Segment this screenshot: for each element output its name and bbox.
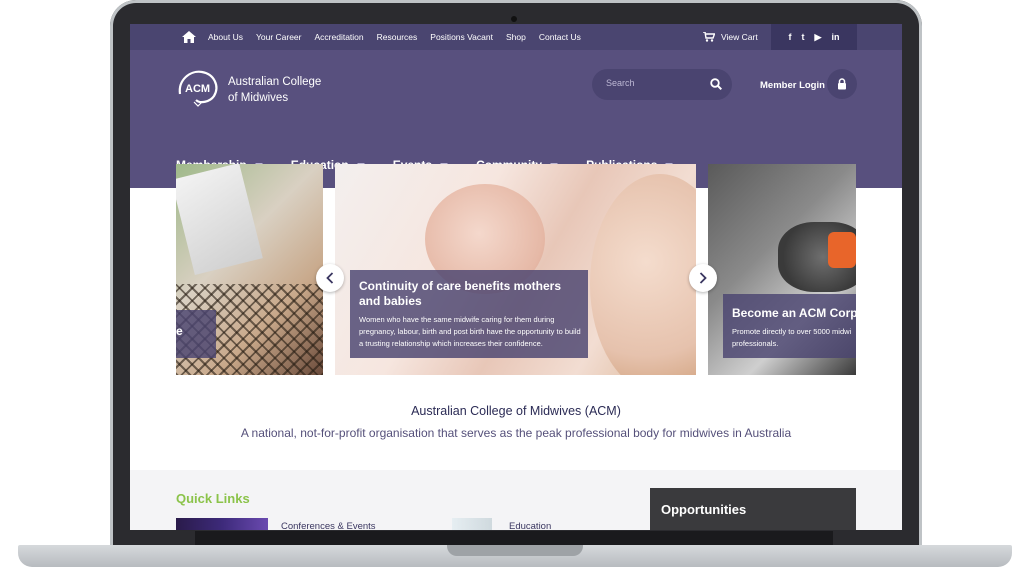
laptop-bezel	[195, 531, 833, 545]
facebook-icon[interactable]: f	[789, 32, 792, 42]
slide-caption-line2: professionals.	[732, 339, 779, 348]
lock-icon	[838, 78, 846, 90]
slide-caption-title: e	[176, 324, 183, 338]
puzzle-piece-image	[828, 232, 856, 268]
member-login-button[interactable]	[827, 69, 857, 99]
view-cart-link[interactable]: View Cart	[703, 24, 758, 50]
mother-image	[590, 174, 696, 375]
slide-caption-title: Become an ACM Corpora	[732, 306, 856, 320]
top-link-resources[interactable]: Resources	[377, 32, 418, 42]
chevron-right-icon	[699, 272, 707, 284]
slide-caption-line1: Promote directly to over 5000 midwi	[732, 327, 852, 336]
carousel-next-button[interactable]	[689, 264, 717, 292]
top-link-about-us[interactable]: About Us	[208, 32, 243, 42]
search-input[interactable]	[604, 77, 708, 89]
site-name-line1: Australian College	[228, 76, 322, 88]
quick-links-title: Quick Links	[176, 491, 250, 506]
quick-link-thumbnail[interactable]	[452, 518, 492, 530]
top-link-accreditation[interactable]: Accreditation	[315, 32, 364, 42]
slide-caption-text: Promote directly to over 5000 midwi prof…	[732, 326, 851, 350]
top-link-contact-us[interactable]: Contact Us	[539, 32, 581, 42]
laptop-notch	[447, 545, 583, 556]
slide-caption-title[interactable]: Continuity of care benefits mothers and …	[359, 279, 581, 309]
intro-title: Australian College of Midwives (ACM)	[411, 404, 621, 418]
social-links: f t ▶ in	[771, 24, 857, 50]
chevron-left-icon	[326, 272, 334, 284]
acm-logo-icon[interactable]: ACM	[176, 68, 220, 108]
top-nav: About Us Your Career Accreditation Resou…	[182, 24, 594, 50]
site-name[interactable]: Australian College of Midwives	[228, 74, 321, 106]
carousel-slide-active[interactable]: Continuity of care benefits mothers and …	[335, 164, 696, 375]
carousel-prev-button[interactable]	[316, 264, 344, 292]
opportunities-title: Opportunities	[661, 502, 747, 517]
book-image	[176, 164, 263, 276]
member-login-link[interactable]: Member Login	[760, 80, 825, 91]
webcam	[511, 16, 517, 22]
quick-link-thumbnail[interactable]	[176, 518, 268, 530]
view-cart-label: View Cart	[721, 32, 758, 42]
cart-icon	[703, 32, 715, 42]
linkedin-icon[interactable]: in	[831, 32, 839, 42]
browser-screen: About Us Your Career Accreditation Resou…	[130, 24, 902, 530]
carousel-slide-next[interactable]: Become an ACM Corpora Promote directly t…	[708, 164, 856, 375]
site-name-line2: of Midwives	[228, 92, 289, 104]
slide-caption: Continuity of care benefits mothers and …	[350, 270, 588, 358]
opportunities-panel: Opportunities	[650, 488, 856, 530]
slide-caption-text: Women who have the same midwife caring f…	[359, 315, 581, 348]
quick-link-conferences-events[interactable]: Conferences & Events	[281, 521, 376, 530]
top-link-your-career[interactable]: Your Career	[256, 32, 302, 42]
intro-subtitle: A national, not-for-profit organisation …	[240, 426, 792, 440]
home-icon[interactable]	[182, 31, 196, 43]
search-icon[interactable]	[710, 78, 722, 90]
youtube-icon[interactable]: ▶	[815, 32, 822, 43]
carousel-slide-prev[interactable]: e	[176, 164, 323, 375]
slide-caption: e	[176, 310, 216, 358]
top-utility-bar: About Us Your Career Accreditation Resou…	[130, 24, 902, 50]
logo-mark-text: ACM	[185, 83, 210, 95]
slide-caption: Become an ACM Corpora Promote directly t…	[723, 294, 856, 358]
twitter-icon[interactable]: t	[802, 32, 805, 42]
top-link-shop[interactable]: Shop	[506, 32, 526, 42]
search-box	[592, 69, 732, 100]
top-link-positions-vacant[interactable]: Positions Vacant	[430, 32, 493, 42]
quick-link-education[interactable]: Education	[509, 521, 551, 530]
